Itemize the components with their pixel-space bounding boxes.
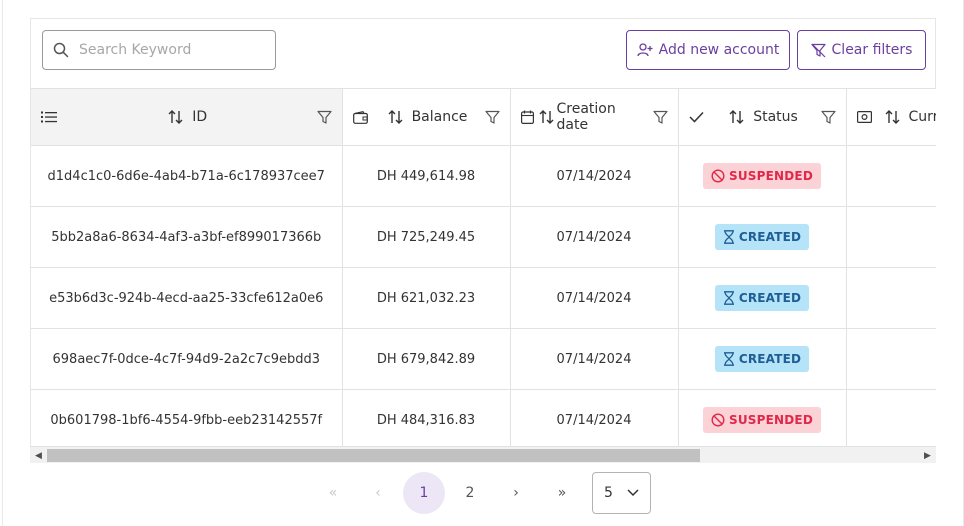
creation-label-line1: Creation xyxy=(556,101,616,117)
hourglass-icon xyxy=(723,291,734,305)
table-row[interactable]: 0b601798-1bf6-4554-9fbb-eeb23142557f DH … xyxy=(31,389,936,446)
sort-icon[interactable] xyxy=(168,109,184,125)
status-text: CREATED xyxy=(738,291,802,305)
accounts-table: ID Balance Creation date Status Curr d1d… xyxy=(30,88,936,446)
sort-icon[interactable] xyxy=(885,109,901,125)
date-cell: 07/14/2024 xyxy=(510,328,679,390)
date-cell: 07/14/2024 xyxy=(510,267,679,329)
table-row[interactable]: 5bb2a8a6-8634-4af3-a3bf-ef899017366b DH … xyxy=(31,206,936,268)
table-row[interactable]: 698aec7f-0dce-4c7f-94d9-2a2c7c9ebdd3 DH … xyxy=(31,328,936,390)
column-header-id[interactable]: ID xyxy=(31,88,343,146)
pagination: « ‹ 1 2 › » 5 xyxy=(312,472,652,514)
clear-filters-button[interactable]: Clear filters xyxy=(797,30,926,70)
account-id-cell: e53b6d3c-924b-4ecd-aa25-33cfe612a0e6 xyxy=(49,290,324,306)
clear-filters-label: Clear filters xyxy=(831,42,913,58)
wallet-icon xyxy=(352,110,371,124)
filter-icon[interactable] xyxy=(820,110,836,125)
table-row[interactable]: e53b6d3c-924b-4ecd-aa25-33cfe612a0e6 DH … xyxy=(31,267,936,329)
column-header-creation-date[interactable]: Creation date xyxy=(510,88,679,146)
status-badge: SUSPENDED xyxy=(703,163,821,189)
account-id-cell: 698aec7f-0dce-4c7f-94d9-2a2c7c9ebdd3 xyxy=(52,351,320,367)
table-row[interactable]: d1d4c1c0-6d6e-4ab4-b71a-6c178937cee7 DH … xyxy=(31,145,936,207)
account-id-cell: 5bb2a8a6-8634-4af3-a3bf-ef899017366b xyxy=(51,229,322,245)
account-id-cell: d1d4c1c0-6d6e-4ab4-b71a-6c178937cee7 xyxy=(47,168,325,184)
list-icon xyxy=(41,111,59,123)
first-page-button[interactable]: « xyxy=(312,472,354,514)
last-page-button[interactable]: » xyxy=(541,472,583,514)
status-badge: SUSPENDED xyxy=(703,407,821,433)
add-account-label: Add new account xyxy=(658,42,780,58)
filter-icon[interactable] xyxy=(484,110,500,125)
next-page-button[interactable]: › xyxy=(495,472,537,514)
scroll-left-arrow-icon[interactable]: ◀ xyxy=(30,447,47,464)
scrollbar-thumb[interactable] xyxy=(47,449,700,462)
status-badge: CREATED xyxy=(714,224,810,250)
status-badge: CREATED xyxy=(714,346,810,372)
hourglass-icon xyxy=(723,352,734,366)
hourglass-icon xyxy=(723,230,734,244)
column-header-currency[interactable]: Curr xyxy=(846,88,937,146)
horizontal-scrollbar[interactable]: ◀ ▶ xyxy=(30,446,936,463)
filter-clear-icon xyxy=(810,43,826,57)
column-header-balance[interactable]: Balance xyxy=(342,88,511,146)
page-1-button[interactable]: 1 xyxy=(403,472,445,514)
chevron-down-icon xyxy=(627,489,639,497)
status-badge: CREATED xyxy=(714,285,810,311)
page-size-select[interactable]: 5 xyxy=(592,472,651,514)
date-cell: 07/14/2024 xyxy=(510,145,679,207)
column-label-currency: Curr xyxy=(908,109,937,125)
status-text: CREATED xyxy=(738,230,802,244)
status-text: SUSPENDED xyxy=(729,413,813,427)
status-text: CREATED xyxy=(738,352,802,366)
balance-cell: DH 449,614.98 xyxy=(342,145,511,207)
check-icon xyxy=(688,111,707,123)
add-account-button[interactable]: Add new account xyxy=(626,30,790,70)
search-input[interactable] xyxy=(77,41,261,59)
page-size-value: 5 xyxy=(604,485,613,501)
balance-cell: DH 621,032.23 xyxy=(342,267,511,329)
cash-icon xyxy=(856,111,875,123)
creation-label-line2: date xyxy=(556,117,589,133)
filter-icon[interactable] xyxy=(316,110,332,125)
search-icon xyxy=(53,42,69,58)
sort-icon[interactable] xyxy=(729,109,745,125)
balance-cell: DH 484,316.83 xyxy=(342,389,511,446)
date-cell: 07/14/2024 xyxy=(510,206,679,268)
sort-icon[interactable] xyxy=(388,109,404,125)
table-toolbar: Add new account Clear filters xyxy=(30,18,936,88)
previous-page-button[interactable]: ‹ xyxy=(357,472,399,514)
table-header-row: ID Balance Creation date Status Curr xyxy=(31,88,937,146)
column-header-status[interactable]: Status xyxy=(678,88,847,146)
balance-cell: DH 725,249.45 xyxy=(342,206,511,268)
sort-icon[interactable] xyxy=(539,109,555,125)
column-label-creation-date: Creation date xyxy=(557,101,616,133)
ban-icon xyxy=(711,413,725,427)
status-text: SUSPENDED xyxy=(729,169,813,183)
column-label-id: ID xyxy=(192,109,208,125)
column-label-status: Status xyxy=(753,109,798,125)
ban-icon xyxy=(711,169,725,183)
calendar-icon xyxy=(520,110,539,124)
page-2-button[interactable]: 2 xyxy=(449,472,491,514)
scroll-right-arrow-icon[interactable]: ▶ xyxy=(919,447,936,464)
column-label-balance: Balance xyxy=(411,109,468,125)
add-user-icon xyxy=(636,43,653,57)
account-id-cell: 0b601798-1bf6-4554-9fbb-eeb23142557f xyxy=(50,412,323,428)
balance-cell: DH 679,842.89 xyxy=(342,328,511,390)
search-box[interactable] xyxy=(42,30,276,70)
filter-icon[interactable] xyxy=(652,110,668,125)
date-cell: 07/14/2024 xyxy=(510,389,679,446)
